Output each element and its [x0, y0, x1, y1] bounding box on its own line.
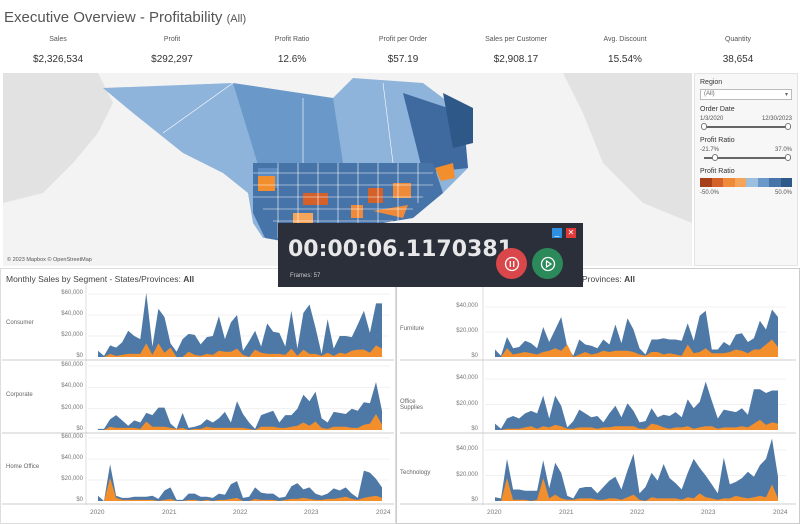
minimize-button[interactable]: _ — [552, 228, 562, 238]
corporate-sales-area — [98, 382, 382, 430]
frame-count: Frames: 57 — [290, 273, 321, 279]
close-button[interactable]: ✕ — [566, 228, 576, 238]
pause-icon — [504, 256, 519, 271]
home-office-sales-area — [98, 464, 382, 501]
pause-button[interactable] — [496, 248, 527, 279]
recorder-timer: 00:00:06.1170381 — [288, 237, 513, 262]
technology-sales-area — [495, 438, 778, 501]
screen-recorder-overlay: _ ✕ 00:00:06.1170381 Frames: 57 — [278, 223, 583, 287]
play-button[interactable] — [532, 248, 563, 279]
consumer-sales-area — [98, 292, 382, 357]
office-supplies-sales-area — [495, 381, 778, 430]
play-icon — [540, 256, 555, 271]
